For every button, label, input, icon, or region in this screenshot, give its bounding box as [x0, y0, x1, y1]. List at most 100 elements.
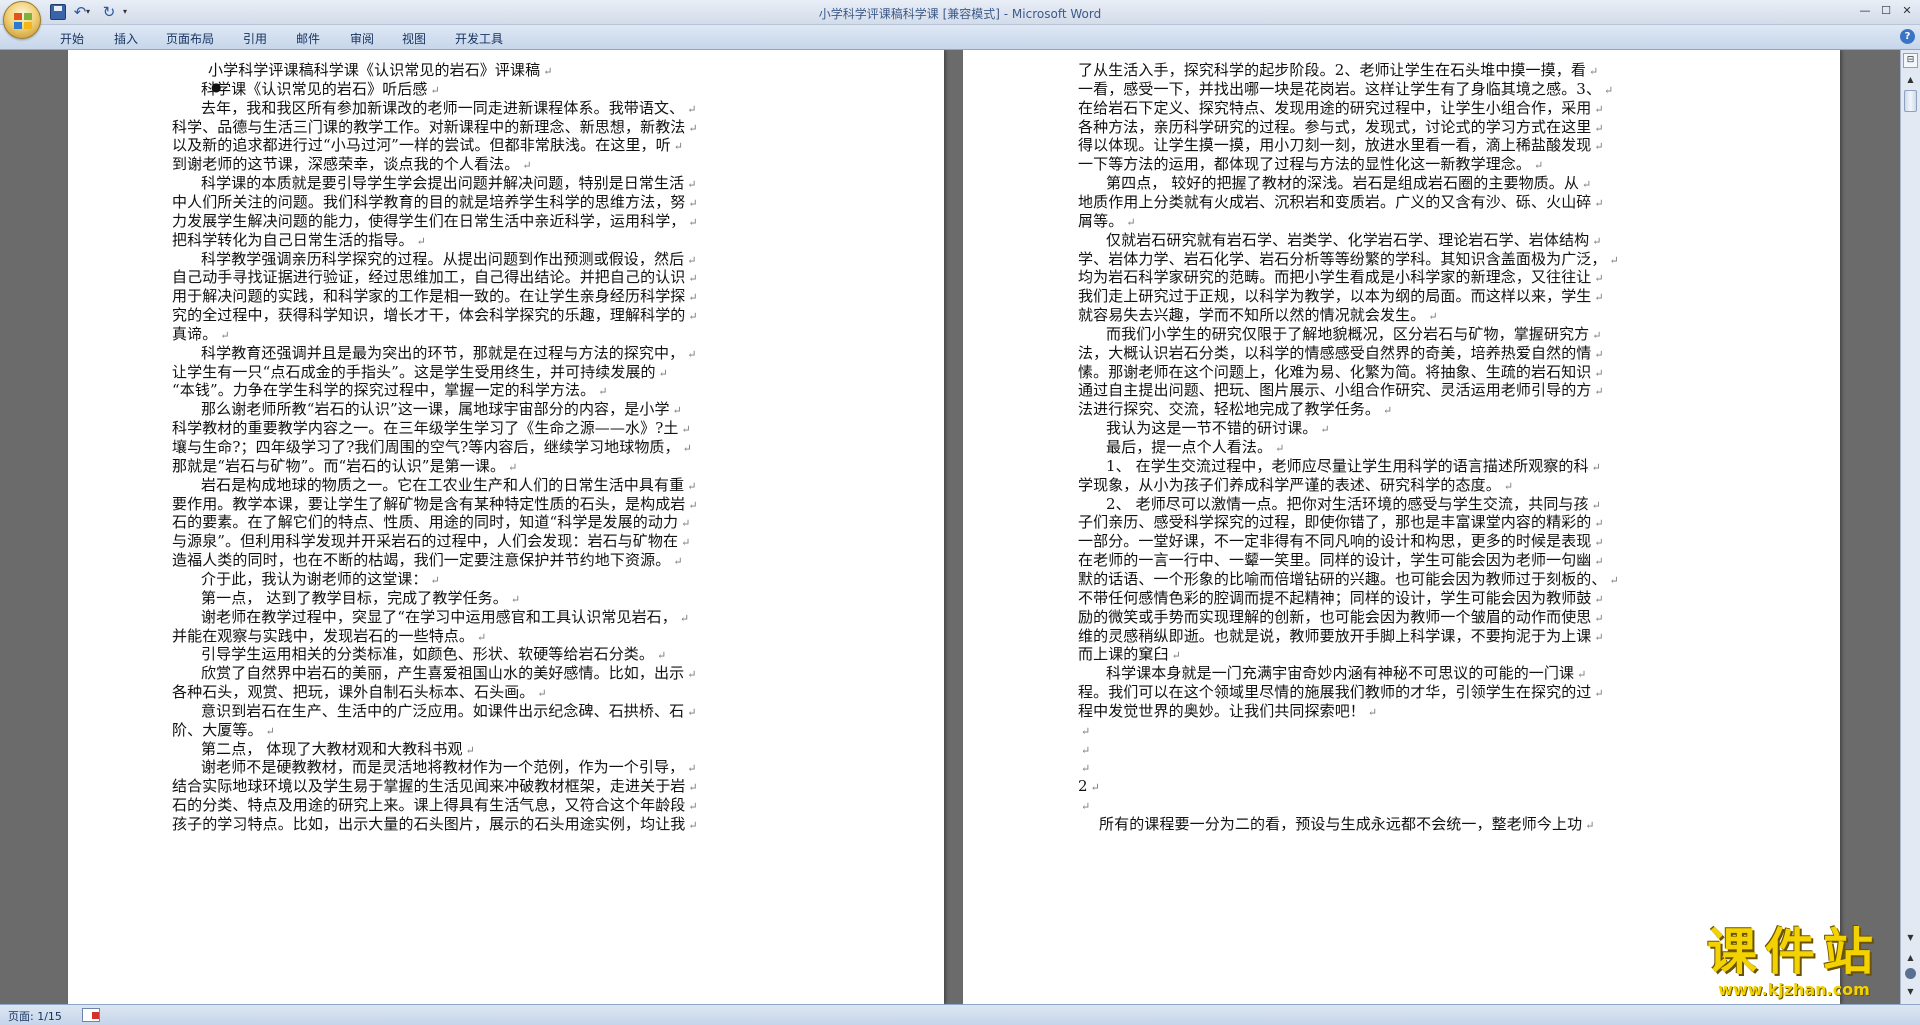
document-page-1[interactable]: ● 小学科学评课稿科学课《认识常见的岩石》评课稿 ↵ 科学课《认识常见的岩石》听后感… — [68, 50, 944, 1004]
line-text: 程。我们可以在这个领域里尽情的施展我们教师的才华，引领学生在探究的过 — [1078, 683, 1592, 702]
paragraph-mark-icon: ↵ — [1081, 762, 1091, 776]
line-text: 石的分类、特点及用途的研究上来。课上得具有生活气息，又符合这个年龄段 — [172, 796, 686, 815]
paragraph-mark-icon: ↵ — [688, 121, 698, 135]
page-count[interactable]: 页面: 1/15 — [8, 1008, 62, 1024]
tab-view[interactable]: 视图 — [402, 30, 426, 47]
line-text: 小学科学评课稿科学课《认识常见的岩石》评课稿 — [208, 61, 541, 79]
line-text: 阶、大厦等。 — [172, 720, 263, 739]
maximize-button[interactable]: ☐ — [1877, 3, 1895, 18]
paragraph-mark-icon: ↵ — [687, 347, 697, 361]
paragraph-mark-icon: ↵ — [1594, 536, 1604, 550]
line-text: 到谢老师的这节课，深感荣幸，谈点我的个人看法。 — [172, 155, 520, 174]
scroll-up-icon[interactable]: ▲ — [1903, 72, 1918, 87]
line-text: “本钱”。力争在学生科学的探究过程中，掌握一定的科学方法。 — [172, 381, 596, 400]
line-text: 中人们所关注的问题。我们科学教育的目的就是培养学生科学的思维方法，努 — [172, 192, 686, 211]
line-text: 就容易失去兴趣，学而不知所以然的情况就会发生。 — [1078, 306, 1426, 325]
line-text: 科学课本身就是一门充满宇宙奇妙内涵有神秘不可思议的可能的一门课 — [1106, 664, 1575, 683]
paragraph-mark-icon: ↵ — [416, 234, 426, 248]
minimize-button[interactable]: — — [1856, 3, 1874, 18]
scroll-thumb[interactable] — [1904, 90, 1917, 112]
paragraph-mark-icon: ↵ — [477, 630, 487, 644]
paragraph-mark-icon: ↵ — [510, 592, 521, 606]
paragraph-mark-icon: ↵ — [543, 65, 553, 78]
line-text: 科学、品德与生活三门课的教学工作。对新课程中的新理念、新思想，新教法 — [172, 117, 686, 136]
line-text: 第四点， 较好的把握了教材的深浅。岩石是组成岩石圈的主要物质。从 — [1106, 174, 1579, 193]
paragraph-mark-icon: ↵ — [522, 159, 532, 173]
tab-mailings[interactable]: 邮件 — [296, 30, 320, 47]
paragraph-mark-icon: ↵ — [1592, 234, 1602, 248]
paragraph-mark-icon: ↵ — [1594, 517, 1604, 531]
line-text: 科学教育还强调并且是最为突出的环节，那就是在过程与方法的探究中， — [201, 343, 685, 362]
help-icon[interactable]: ? — [1900, 29, 1915, 44]
paragraph-mark-icon: ↵ — [1081, 724, 1091, 738]
line-text: 自己动手寻找证据进行验证，经过思维加工，自己得出结论。并把自己的认识 — [172, 268, 686, 287]
paragraph-mark-icon: ↵ — [598, 385, 608, 399]
watermark-url: www.kjzhan.com — [1718, 980, 1870, 999]
paragraph-mark-icon: ↵ — [687, 668, 697, 682]
paragraph-mark-icon: ↵ — [673, 555, 683, 569]
paragraph-mark-icon: ↵ — [1594, 121, 1604, 135]
tab-review[interactable]: 审阅 — [350, 30, 374, 47]
line-text: 意识到岩石在生产、生活中的广泛应用。如课件出示纪念碑、石拱桥、石 — [201, 701, 685, 720]
line-text: 均为岩石科学家研究的范畴。而把小学生看成是小科学家的新理念，又往往让 — [1078, 268, 1592, 287]
paragraph-mark-icon: ↵ — [687, 253, 697, 267]
document-workspace: ● 小学科学评课稿科学课《认识常见的岩石》评课稿 ↵ 科学课《认识常见的岩石》听后感… — [0, 50, 1900, 1004]
line-text: 那就是“岩石与矿物”。而“岩石的认识”是第一课。 — [172, 456, 506, 475]
paragraph-mark-icon: ↵ — [1090, 781, 1100, 795]
paragraph-mark-icon: ↵ — [688, 196, 698, 210]
ruler-toggle-icon[interactable]: ⊟ — [1903, 53, 1918, 68]
proofing-icon[interactable] — [82, 1008, 100, 1022]
paragraph-mark-icon: ↵ — [1594, 611, 1604, 625]
office-button[interactable] — [3, 1, 41, 39]
line-text: 所有的课程要一分为二的看，预设与生成永远都不会统一，整老师今上功 — [1099, 815, 1583, 833]
line-text: 用于解决问题的实践，和科学家的工作是相一致的。在让学生亲身经历科学探 — [172, 287, 686, 306]
tab-references[interactable]: 引用 — [243, 30, 267, 47]
line-text: 默的话语、一个形象的比喻而倍增钻研的兴趣。也可能会因为教师过于刻板的、 — [1078, 569, 1607, 588]
paragraph-mark-icon: ↵ — [687, 479, 697, 493]
line-text: 让学生有一只“点石成金的手指头”。这是学生受用终生，并可持续发展的 — [172, 362, 656, 381]
paragraph-mark-icon: ↵ — [687, 102, 697, 116]
window-title: 小学科学评课稿科学课 [兼容模式] - Microsoft Word — [818, 7, 1102, 21]
close-button[interactable]: ✕ — [1898, 3, 1916, 18]
paragraph-mark-icon: ↵ — [1594, 592, 1604, 606]
line-text: 地质作用上分类就有火成岩、沉积岩和变质岩。广义的又含有沙、砾、火山碎 — [1078, 192, 1592, 211]
paragraph-mark-icon: ↵ — [1428, 310, 1438, 324]
document-page-2[interactable]: 了从生活入手，探究科学的起步阶段。2、老师让学生在石头堆中摸一摸，看 ↵ 一看，感受… — [963, 50, 1840, 1004]
paragraph-mark-icon: ↵ — [681, 517, 691, 531]
paragraph-mark-icon: ↵ — [1081, 800, 1091, 814]
paragraph-mark-icon: ↵ — [673, 140, 684, 154]
paragraph-mark-icon: ↵ — [687, 705, 697, 719]
line-text: 以及新的追求都进行过“小马过河”一样的尝试。但都非常肤浅。在这里，听 — [172, 136, 671, 155]
status-bar: 页面: 1/15 — [0, 1004, 1920, 1025]
paragraph-mark-icon: ↵ — [1081, 743, 1091, 757]
line-text: 在老师的一言一行中、一颦一笑里。同样的设计，学生可能会因为老师一句幽 — [1078, 551, 1592, 570]
line-text: 不带任何感情色彩的腔调而提不起精神；同样的设计，学生可能会因为教师鼓 — [1078, 588, 1592, 607]
line-text: 造福人类的同时，也在不断的枯竭，我们一定要注意保护并节约地下资源。 — [172, 551, 671, 570]
paragraph-mark-icon: ↵ — [687, 178, 697, 192]
page-2-line: ↵ — [1078, 795, 1090, 817]
paragraph-mark-icon: ↵ — [1581, 178, 1592, 192]
watermark-brand: 课件站 — [1707, 923, 1881, 981]
paragraph-mark-icon: ↵ — [1591, 460, 1601, 474]
paragraph-mark-icon: ↵ — [688, 819, 698, 832]
page-2-line: 程中发觉世界的奥妙。让我们共同探索吧！ ↵ — [1078, 701, 1377, 723]
tab-page-layout[interactable]: 页面布局 — [166, 30, 214, 47]
paragraph-mark-icon: ↵ — [1604, 83, 1614, 97]
paragraph-mark-icon: ↵ — [1594, 140, 1604, 154]
tab-home[interactable]: 开始 — [60, 30, 84, 47]
line-text: 法进行探究、交流，轻松地完成了教学任务。 — [1078, 400, 1381, 419]
paragraph-mark-icon: ↵ — [688, 781, 698, 795]
tab-developer[interactable]: 开发工具 — [455, 30, 503, 47]
paragraph-mark-icon: ↵ — [1383, 404, 1393, 418]
line-text: 程中发觉世界的奥妙。让我们共同探索吧！ — [1078, 701, 1365, 720]
vertical-scrollbar[interactable]: ⊟ ▲ ▼ ▲ ▼ — [1900, 50, 1920, 1004]
line-text: 子们亲历、感受科学探究的过程，即使你错了，那也是丰富课堂内容的精彩的 — [1078, 513, 1592, 532]
paragraph-mark-icon: ↵ — [1577, 668, 1587, 682]
line-text: 究的全过程中，获得科学知识，增长才干，体会科学探究的乐趣，理解科学的 — [172, 306, 686, 325]
line-text: 在给岩石下定义、探究特点、发现用途的研究过程中，让学生小组合作，采用 — [1078, 98, 1592, 117]
paragraph-mark-icon: ↵ — [1588, 65, 1599, 78]
paragraph-mark-icon: ↵ — [679, 611, 690, 625]
paragraph-mark-icon: ↵ — [681, 536, 691, 550]
line-text: 一看，感受一下，并找出哪一块是花岗岩。这样让学生有了身临其境之感。3、 — [1078, 79, 1602, 98]
tab-insert[interactable]: 插入 — [114, 30, 138, 47]
